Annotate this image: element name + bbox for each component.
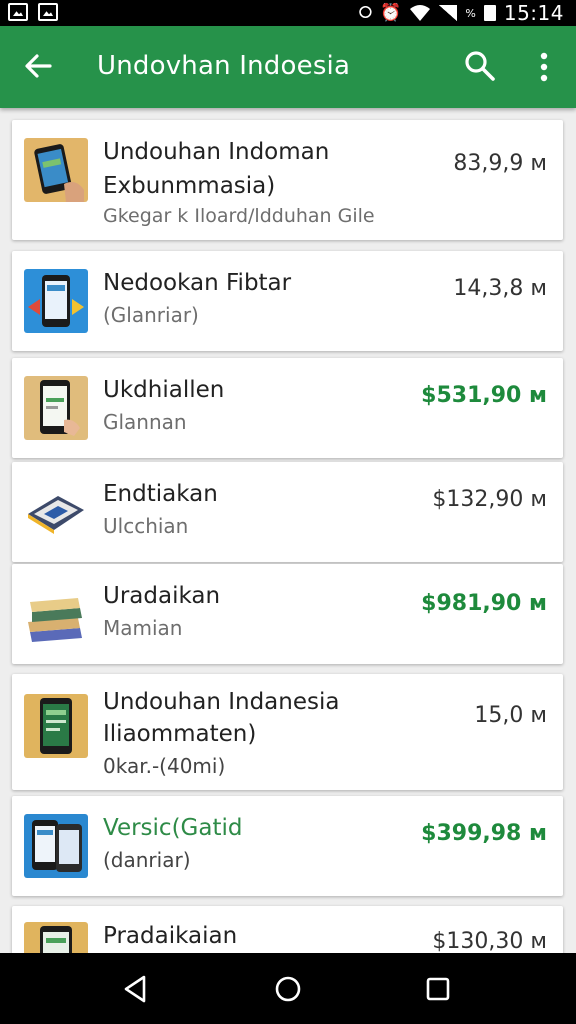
app-bar: Undovhan Indoesia xyxy=(0,26,576,108)
item-subtitle: (danriar) xyxy=(103,848,191,872)
more-vertical-icon[interactable] xyxy=(530,50,558,84)
item-title: Endtiakan xyxy=(103,481,218,507)
battery-percent: % xyxy=(465,6,476,20)
app-list: Undouhan Indoman Exbunmmasia) Gkegar k I… xyxy=(0,108,576,953)
nfc-icon: ⭘ xyxy=(358,2,373,23)
wifi-icon xyxy=(410,5,431,21)
item-price: $981,90 м xyxy=(421,591,547,616)
item-subtitle: Ulcchian xyxy=(103,514,189,538)
list-item[interactable]: Undouhan Indoman Exbunmmasia) Gkegar k I… xyxy=(12,120,563,240)
item-subtitle: Glannan xyxy=(103,410,187,434)
clock: 15:14 xyxy=(503,1,564,25)
gmail-icon xyxy=(8,3,28,21)
battery-icon xyxy=(483,5,496,21)
app-thumbnail xyxy=(24,376,88,440)
app-thumbnail xyxy=(24,922,88,953)
signal-icon xyxy=(439,5,458,21)
item-subtitle: (Glanriar) xyxy=(103,303,199,327)
item-title: Nedookan Fibtar xyxy=(103,270,292,296)
item-subtitle: 0kar.-(40mi) xyxy=(103,754,226,778)
item-title: Pradaikaian xyxy=(103,923,238,949)
list-item[interactable]: Undouhan Indanesia Iliaommaten) 0kar.-(4… xyxy=(12,674,563,790)
item-title: Ukdhiallen xyxy=(103,377,225,403)
nav-home-icon[interactable] xyxy=(272,973,304,1005)
item-price: $399,98 м xyxy=(421,821,547,846)
item-title-line2: Exbunmmasia) xyxy=(103,173,276,199)
item-title: Versic(Gatid xyxy=(103,815,243,841)
system-icons: ⭘ ⏰ % 15:14 xyxy=(359,0,564,26)
app-thumbnail xyxy=(24,814,88,878)
alarm-icon: ⏰ xyxy=(380,2,402,23)
item-price: $531,90 м xyxy=(421,383,547,408)
nav-back-icon[interactable] xyxy=(120,973,152,1005)
gallery-icon xyxy=(38,3,58,21)
app-thumbnail xyxy=(24,694,88,758)
item-subtitle: Mamian xyxy=(103,616,183,640)
list-item[interactable]: Pradaikaian $130,30 м xyxy=(12,906,563,953)
arrow-left-icon[interactable] xyxy=(22,50,54,82)
status-bar: ⭘ ⏰ % 15:14 xyxy=(0,0,576,26)
list-item[interactable]: Endtiakan Ulcchian $132,90 м xyxy=(12,462,563,562)
item-title: Uradaikan xyxy=(103,583,221,609)
navigation-bar xyxy=(0,953,576,1024)
list-item[interactable]: Versic(Gatid (danriar) $399,98 м xyxy=(12,796,563,896)
nav-recents-icon[interactable] xyxy=(422,973,454,1005)
app-thumbnail xyxy=(24,269,88,333)
item-title: Undouhan Indanesia xyxy=(103,689,340,715)
app-thumbnail xyxy=(24,582,88,646)
item-subtitle: Gkegar k Iloard/ldduhan Gile xyxy=(103,205,375,227)
item-price: 15,0 м xyxy=(474,703,547,728)
item-price: $132,90 м xyxy=(432,487,547,512)
item-price: 14,3,8 м xyxy=(453,276,547,301)
item-title-line2: Iliaommaten) xyxy=(103,721,257,747)
list-item[interactable]: Uradaikan Mamian $981,90 м xyxy=(12,564,563,664)
item-title: Undouhan Indoman xyxy=(103,139,330,165)
page-title: Undovhan Indoesia xyxy=(97,51,351,81)
search-icon[interactable] xyxy=(462,48,498,84)
list-item[interactable]: Ukdhiallen Glannan $531,90 м xyxy=(12,358,563,458)
app-thumbnail xyxy=(24,480,88,544)
item-price: 83,9,9 м xyxy=(453,151,547,176)
item-price: $130,30 м xyxy=(432,929,547,953)
list-item[interactable]: Nedookan Fibtar (Glanriar) 14,3,8 м xyxy=(12,251,563,351)
app-thumbnail xyxy=(24,138,88,202)
notification-icons xyxy=(8,3,58,21)
